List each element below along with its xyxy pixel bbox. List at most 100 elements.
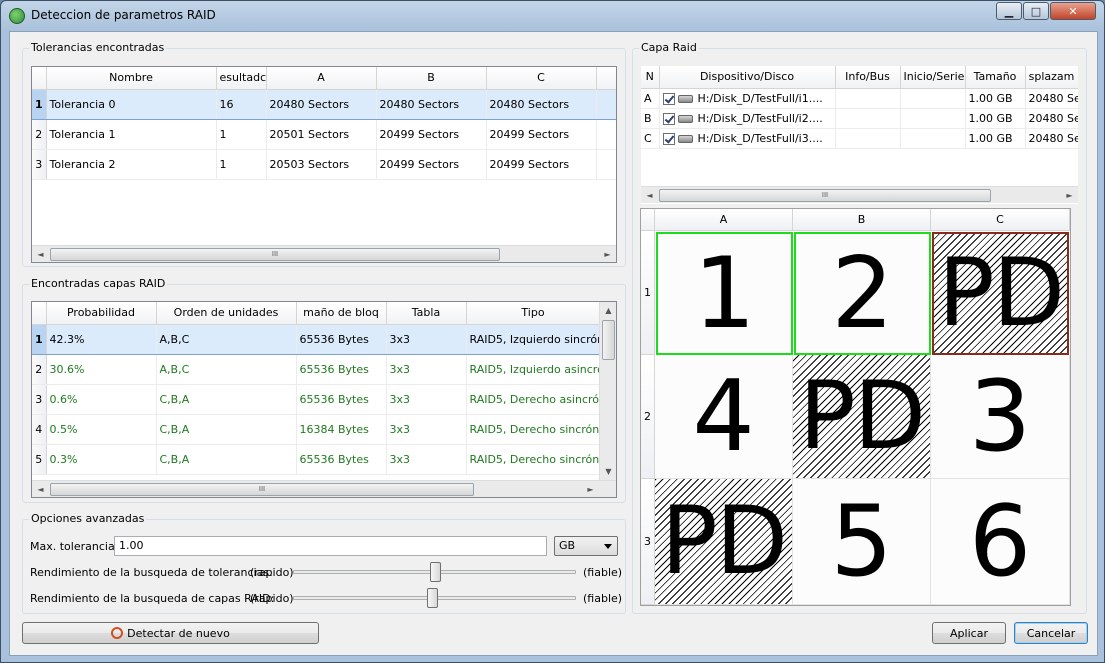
minimize-button[interactable]: ▁	[996, 2, 1022, 20]
raid-layer-group: Capa Raid N Dispositivo/Disco Info/Bus I…	[632, 41, 1087, 614]
cell-bloque: 65536 Bytes	[296, 323, 387, 355]
table-row[interactable]: 2 Tolerancia 1 1 20501 Sectors 20499 Sec…	[32, 119, 616, 150]
device-row[interactable]: C H:/Disk_D/TestFull/i3.... 1.00 GB 2048…	[641, 128, 1078, 149]
column-header[interactable]	[32, 67, 47, 90]
column-header[interactable]: A	[266, 67, 377, 90]
hard-disk-icon	[677, 94, 693, 103]
parity-block[interactable]: PD	[793, 355, 931, 479]
scroll-left-icon[interactable]: ◄	[32, 481, 49, 497]
cancel-button[interactable]: Cancelar	[1014, 622, 1088, 644]
column-header[interactable]: C	[486, 67, 597, 90]
table-row[interactable]: 3 Tolerancia 2 1 20503 Sectors 20499 Sec…	[32, 149, 616, 180]
device-letter: A	[641, 88, 660, 109]
column-header[interactable]: Nombre	[46, 67, 217, 90]
table-row[interactable]: 2 30.6% A,B,C 65536 Bytes 3x3 RAID5, Izq…	[32, 354, 601, 385]
stripe-block[interactable]: 2	[794, 232, 931, 355]
table-header-row: Probabilidad Orden de unidades maño de b…	[32, 302, 601, 325]
layer-slider-handle[interactable]	[426, 588, 438, 608]
device-checkbox[interactable]	[662, 112, 675, 125]
unit-select[interactable]: GB	[554, 536, 618, 556]
scroll-thumb[interactable]	[602, 320, 615, 360]
column-header[interactable]: N	[641, 66, 660, 89]
scroll-thumb[interactable]: III	[659, 189, 991, 202]
horizontal-scrollbar[interactable]: ◄ III ►	[32, 480, 616, 497]
cell-orden: A,B,C	[156, 323, 297, 355]
scroll-right-icon[interactable]: ►	[599, 246, 616, 262]
column-header[interactable]: Dispositivo/Disco	[659, 66, 836, 89]
scroll-thumb[interactable]: III	[50, 248, 500, 261]
parity-block[interactable]: PD	[655, 479, 793, 605]
column-header[interactable]: Tabla	[386, 302, 467, 325]
title-bar: Deteccion de parametros RAID ▁ □ ✕	[1, 1, 1104, 31]
max-tolerance-input[interactable]: 1.00	[114, 536, 547, 556]
redetect-button-label: Detectar de nuevo	[127, 626, 230, 640]
column-header[interactable]: Info/Bus	[835, 66, 901, 89]
cell-bloque: 65536 Bytes	[296, 384, 387, 415]
layer-fast-label: (rapido)	[250, 592, 294, 605]
column-header[interactable]: esultadc	[216, 67, 267, 90]
column-header[interactable]: maño de bloq	[296, 302, 387, 325]
cell-orden: C,B,A	[156, 414, 297, 445]
device-offset: 20480 Se	[1025, 128, 1078, 149]
scroll-right-icon[interactable]: ►	[582, 481, 599, 497]
row-number: 5	[32, 444, 47, 475]
table-row[interactable]: 4 0.5% C,B,A 16384 Bytes 3x3 RAID5, Dere…	[32, 414, 601, 445]
column-header[interactable]: Probabilidad	[46, 302, 157, 325]
stripe-block[interactable]: 1	[656, 232, 793, 355]
device-path: H:/Disk_D/TestFull/i2....	[697, 111, 823, 125]
vertical-scrollbar[interactable]: ▲ ▼	[599, 302, 616, 480]
device-row[interactable]: A H:/Disk_D/TestFull/i1.... 1.00 GB 2048…	[641, 88, 1078, 109]
column-header[interactable]: splazam	[1025, 66, 1078, 89]
maximize-button[interactable]: □	[1023, 2, 1049, 20]
parity-block[interactable]: PD	[932, 232, 1069, 355]
column-header[interactable]: Orden de unidades	[156, 302, 297, 325]
tolerances-group: Tolerancias encontradas Nombre esultadc …	[22, 41, 626, 267]
stripe-block[interactable]: 6	[931, 479, 1070, 605]
scroll-left-icon[interactable]: ◄	[641, 187, 658, 204]
device-row[interactable]: B H:/Disk_D/TestFull/i2.... 1.00 GB 2048…	[641, 108, 1078, 129]
redetect-button[interactable]: Detectar de nuevo	[22, 622, 319, 644]
cell-probabilidad: 42.3%	[46, 323, 157, 355]
cell-orden: C,B,A	[156, 384, 297, 415]
column-header[interactable]: Inicio/Serie	[900, 66, 966, 89]
table-row[interactable]: 5 0.3% C,B,A 65536 Bytes 3x3 RAID5, Dere…	[32, 444, 601, 475]
cell-probabilidad: 0.5%	[46, 414, 157, 445]
tolerances-table[interactable]: Nombre esultadc A B C 1 Tolerancia 0 16 …	[31, 66, 617, 263]
scroll-up-icon[interactable]: ▲	[600, 302, 616, 319]
scroll-down-icon[interactable]: ▼	[600, 463, 616, 480]
unit-select-value: GB	[559, 539, 576, 552]
column-header[interactable]: Tipo	[466, 302, 601, 325]
device-path-cell: H:/Disk_D/TestFull/i3....	[659, 128, 836, 149]
stripe-block[interactable]: 5	[793, 479, 931, 605]
horizontal-scrollbar[interactable]: ◄ III ►	[32, 245, 616, 262]
table-row[interactable]: 3 0.6% C,B,A 65536 Bytes 3x3 RAID5, Dere…	[32, 384, 601, 415]
scroll-thumb[interactable]: III	[50, 483, 474, 496]
device-size: 1.00 GB	[965, 128, 1026, 149]
max-tolerance-label: Max. tolerancia:	[30, 540, 119, 553]
raid-map: A B C 1 2 3 1 2 PD 4 PD 3 PD 5 6	[640, 208, 1071, 606]
scroll-right-icon[interactable]: ►	[1061, 187, 1078, 204]
apply-button[interactable]: Aplicar	[932, 622, 1006, 644]
device-offset: 20480 Se	[1025, 88, 1078, 109]
map-row-header: 1	[641, 231, 655, 355]
horizontal-scrollbar[interactable]: ◄ III ►	[641, 186, 1078, 203]
cell-tabla: 3x3	[386, 354, 467, 385]
device-size: 1.00 GB	[965, 108, 1026, 129]
table-row[interactable]: 1 42.3% A,B,C 65536 Bytes 3x3 RAID5, Izq…	[32, 323, 601, 355]
close-button[interactable]: ✕	[1050, 2, 1096, 20]
row-number: 2	[32, 119, 47, 150]
raid-layers-table[interactable]: Probabilidad Orden de unidades maño de b…	[31, 301, 617, 498]
stripe-block[interactable]: 3	[931, 355, 1070, 479]
table-header-row: N Dispositivo/Disco Info/Bus Inicio/Seri…	[641, 66, 1078, 89]
device-checkbox[interactable]	[662, 92, 675, 105]
stripe-block[interactable]: 4	[655, 355, 793, 479]
scroll-left-icon[interactable]: ◄	[32, 246, 49, 262]
device-checkbox[interactable]	[662, 132, 675, 145]
devices-table[interactable]: N Dispositivo/Disco Info/Bus Inicio/Seri…	[641, 66, 1078, 204]
column-header[interactable]: Tamaño	[965, 66, 1026, 89]
tolerance-performance-label: Rendimiento de la busqueda de tolerancia…	[30, 566, 273, 579]
tolerance-slider-handle[interactable]	[429, 562, 441, 582]
column-header[interactable]	[32, 302, 47, 325]
table-row[interactable]: 1 Tolerancia 0 16 20480 Sectors 20480 Se…	[32, 88, 616, 120]
column-header[interactable]: B	[376, 67, 487, 90]
